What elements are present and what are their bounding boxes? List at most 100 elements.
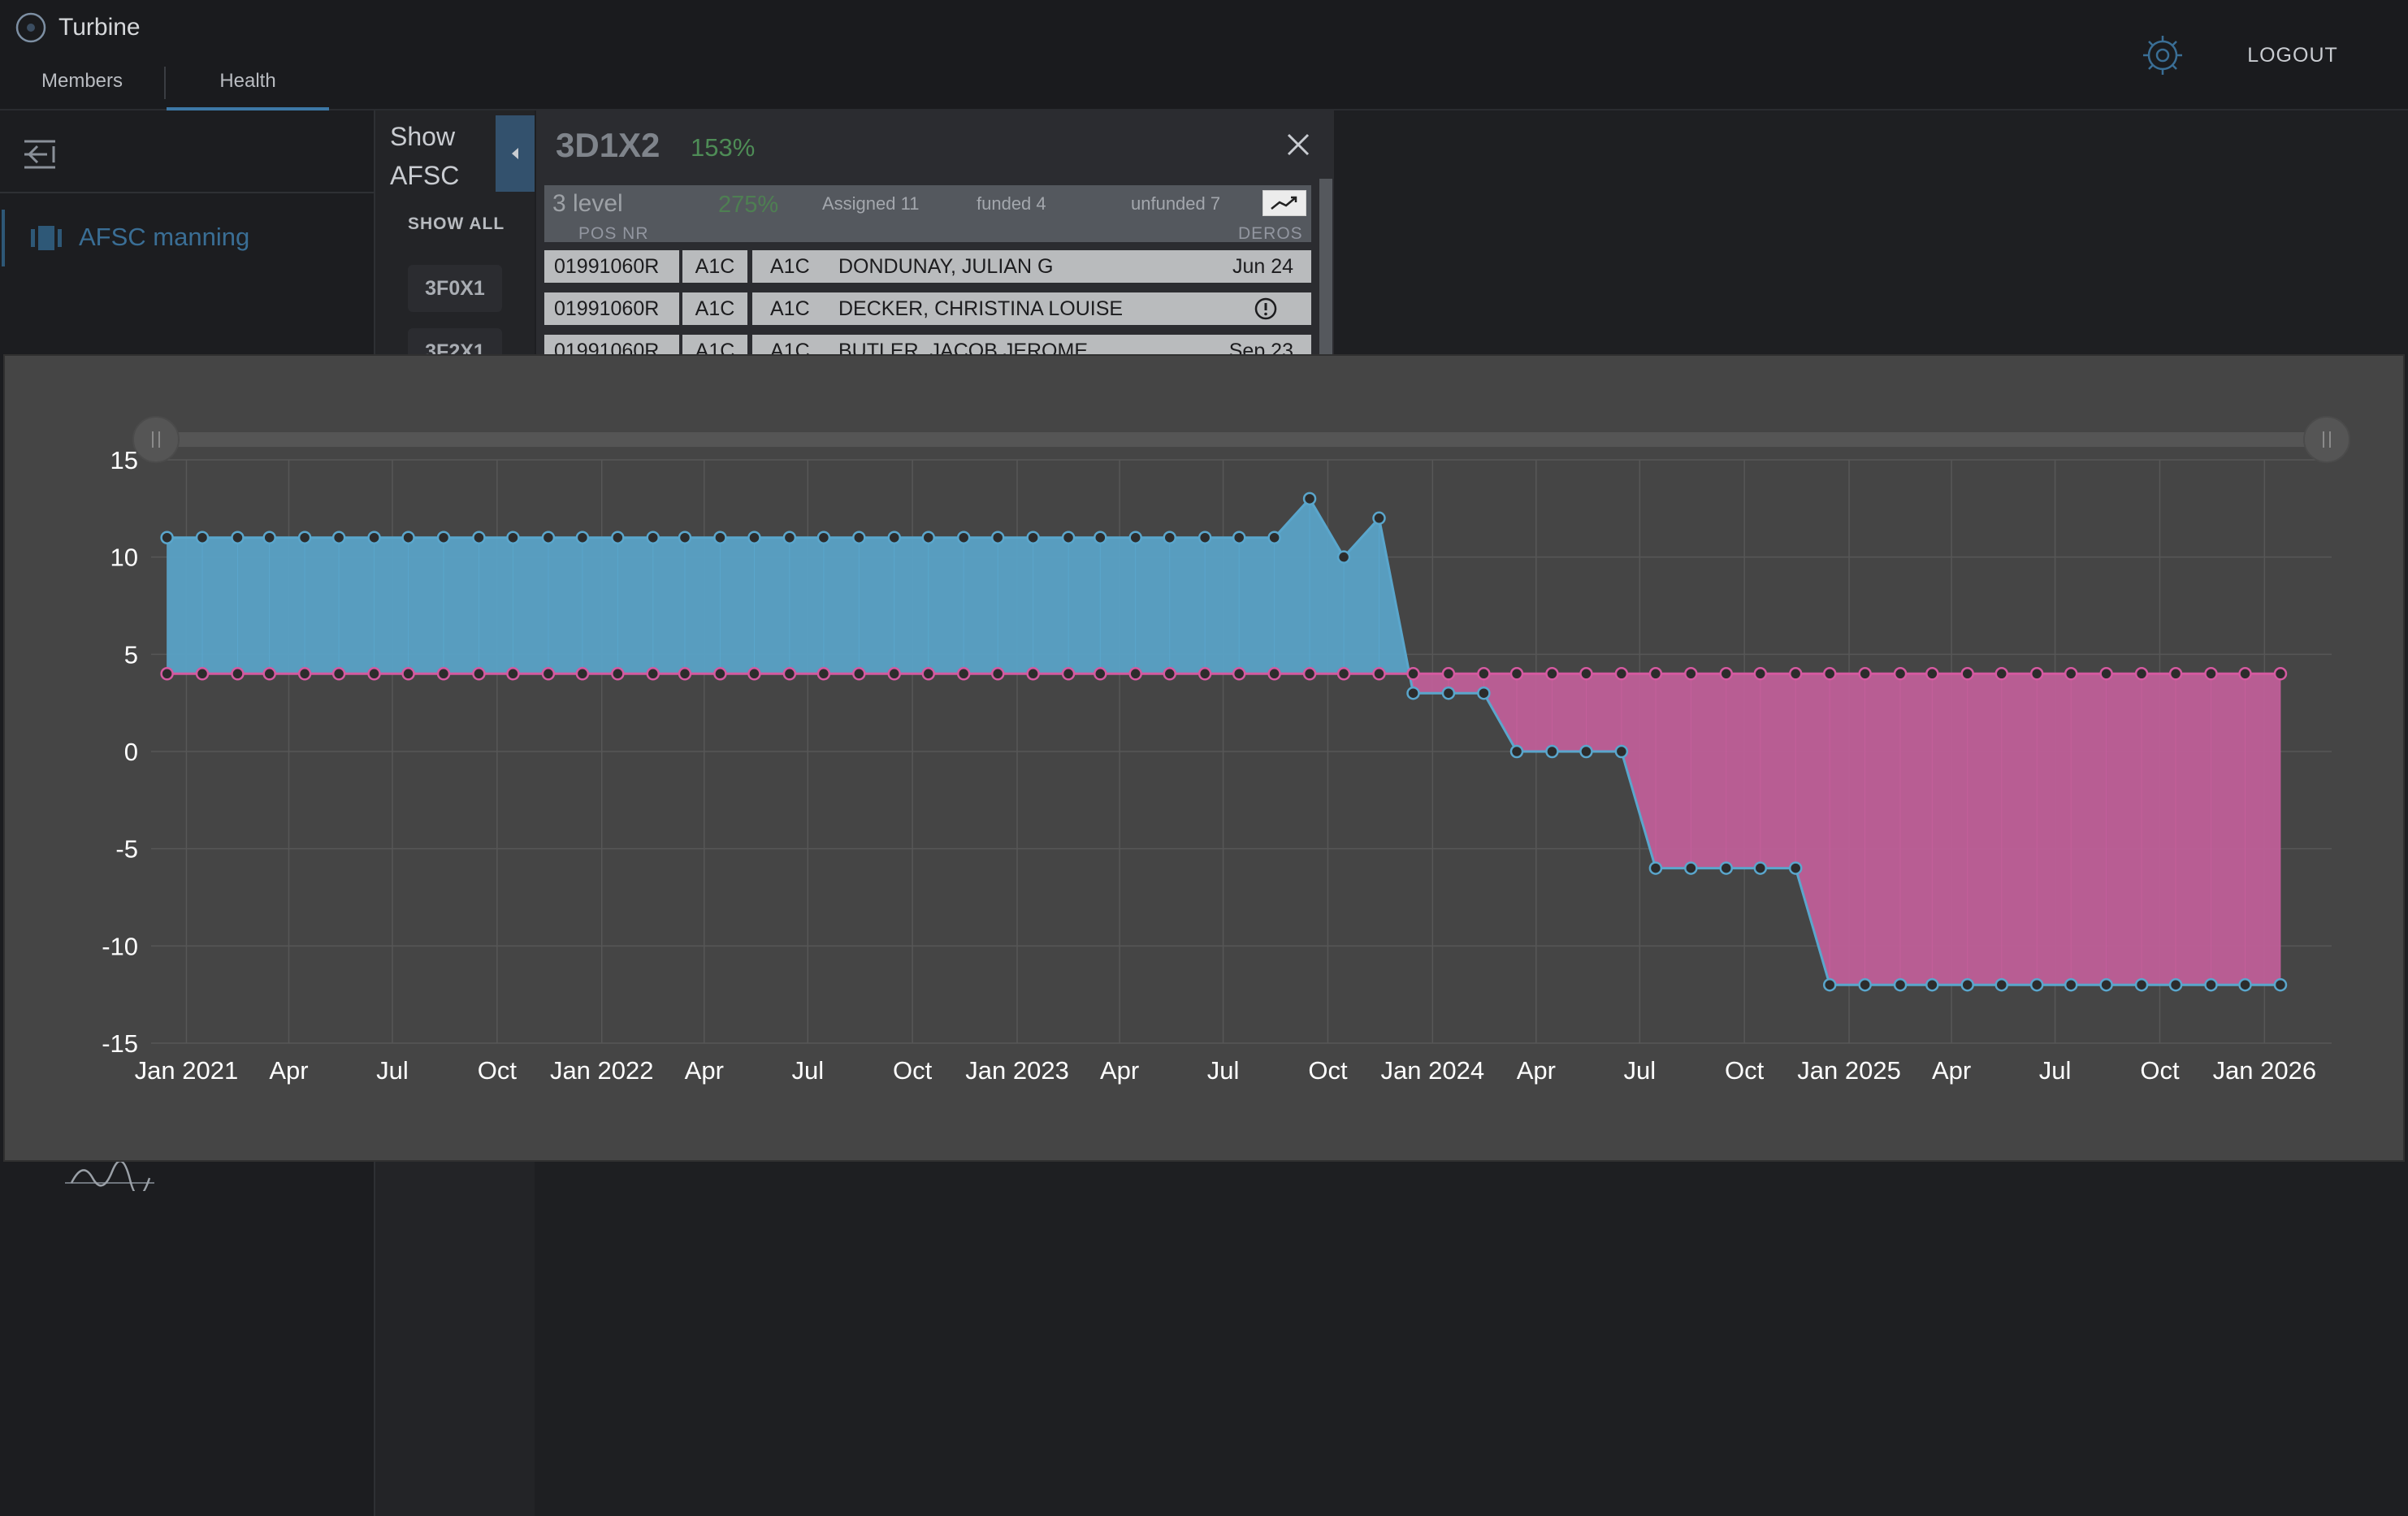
funded-data-point — [541, 667, 556, 681]
app-title: Turbine — [58, 14, 141, 41]
x-tick-label: Jul — [791, 1056, 824, 1085]
member-row[interactable]: 01991060R A1C A1C DONDUNAY, JULIAN G Jun… — [544, 250, 1311, 283]
settings-gear-icon[interactable] — [2140, 32, 2185, 78]
x-tick-label: Oct — [893, 1056, 933, 1085]
pos-nr-cell: 01991060R — [544, 335, 679, 354]
assigned-data-point — [646, 531, 660, 544]
surplus-area — [1309, 497, 1345, 674]
trend-chart-icon[interactable] — [65, 1159, 154, 1191]
assigned-data-point — [297, 531, 312, 544]
funded-data-point — [1858, 667, 1872, 681]
y-axis-ticks: 15 10 5 0 -5 -10 -15 — [102, 446, 138, 1058]
range-handle-right[interactable] — [2303, 416, 2350, 463]
assigned-data-point — [231, 531, 245, 544]
show-all-button[interactable]: SHOW ALL — [408, 214, 505, 234]
member-row[interactable]: 01991060R A1C A1C DECKER, CHRISTINA LOUI… — [544, 292, 1311, 325]
detail-scrollbar[interactable] — [1319, 179, 1332, 354]
deficit-area — [1655, 673, 1691, 868]
afsc-manning-percent: 153% — [691, 133, 756, 162]
sidebar-divider — [0, 192, 374, 193]
deficit-area — [1795, 673, 1830, 985]
member-row[interactable]: 01991060R A1C A1C BUTLER, JACOB JEROME S… — [544, 335, 1311, 354]
x-tick-label: Jul — [376, 1056, 409, 1085]
deficit-area — [2211, 673, 2246, 985]
surplus-area — [789, 537, 825, 674]
funded-data-point — [1406, 667, 1420, 681]
assigned-data-point — [2238, 977, 2252, 992]
afsc-title: 3D1X2 — [556, 126, 660, 164]
funded-data-point — [747, 667, 761, 681]
close-icon[interactable] — [1282, 128, 1314, 161]
funded-data-point — [472, 667, 486, 681]
surplus-area — [997, 537, 1034, 674]
afsc-panel-toggle-button[interactable] — [496, 115, 535, 192]
funded-data-point — [1545, 667, 1559, 681]
afsc-chip[interactable]: 3F0X1 — [408, 265, 502, 312]
surplus-area — [894, 537, 929, 674]
funded-data-point — [1336, 667, 1351, 681]
assigned-data-point — [2168, 977, 2183, 992]
warning-icon[interactable] — [1254, 297, 1277, 320]
funded-data-point — [231, 667, 245, 681]
funded-data-point — [1719, 667, 1734, 681]
funded-data-point — [297, 667, 312, 681]
range-slider-track[interactable] — [156, 432, 2335, 447]
trend-chart-button[interactable] — [1262, 190, 1306, 216]
range-slider[interactable] — [132, 416, 2350, 463]
assigned-data-point — [782, 531, 797, 544]
assigned-data-point — [1198, 531, 1212, 544]
logout-button[interactable]: LOGOUT — [2236, 36, 2350, 75]
funded-data-point — [2099, 667, 2113, 681]
assigned-data-point — [1477, 686, 1491, 700]
assigned-data-point — [2099, 977, 2113, 992]
assigned-data-point — [2134, 977, 2149, 992]
funded-data-point — [2029, 667, 2044, 681]
x-tick-label: Jul — [1207, 1056, 1240, 1085]
assigned-data-point — [2273, 977, 2288, 992]
grade-cell: A1C — [682, 250, 747, 283]
assigned-data-point — [1579, 744, 1593, 759]
x-tick-label: Jul — [1623, 1056, 1656, 1085]
level-percent: 275% — [718, 192, 779, 218]
assigned-data-point — [1960, 977, 1974, 992]
deficit-area — [1864, 673, 1901, 985]
assigned-data-point — [2204, 977, 2218, 992]
surplus-area — [617, 537, 654, 674]
level-funded-count: funded 4 — [977, 193, 1046, 214]
deficit-area — [1931, 673, 1968, 985]
funded-data-point — [1579, 667, 1593, 681]
funded-data-point — [1822, 667, 1837, 681]
surplus-area — [1238, 537, 1275, 674]
funded-data-point — [921, 667, 936, 681]
funded-data-point — [575, 667, 590, 681]
deficit-area — [1829, 673, 1866, 985]
surplus-area — [1343, 517, 1379, 674]
funded-data-point — [2238, 667, 2252, 681]
funded-data-point — [1925, 667, 1939, 681]
level-summary-row: 3 level 275% Assigned 11 funded 4 unfund… — [544, 185, 1311, 243]
funded-data-point — [1267, 667, 1281, 681]
surplus-area — [1099, 537, 1137, 674]
funded-data-point — [887, 667, 901, 681]
deficit-area — [1516, 673, 1553, 752]
assigned-data-point — [1267, 531, 1281, 544]
tab-health[interactable]: Health — [167, 62, 329, 110]
assigned-data-point — [195, 531, 210, 544]
deficit-area — [2036, 673, 2072, 985]
sidebar-item-afsc-manning[interactable]: AFSC manning — [0, 210, 374, 266]
funded-data-point — [262, 667, 276, 681]
tab-members[interactable]: Members — [16, 62, 148, 107]
assigned-data-point — [472, 531, 486, 544]
surplus-area — [1274, 497, 1310, 674]
range-handle-left[interactable] — [132, 416, 180, 463]
deficit-area — [1690, 673, 1727, 868]
funded-data-point — [1684, 667, 1698, 681]
assigned-data-point — [506, 531, 520, 544]
assigned-data-point — [367, 531, 381, 544]
funded-data-point — [1026, 667, 1040, 681]
collapse-sidebar-icon[interactable] — [23, 138, 58, 171]
member-cell: A1C DECKER, CHRISTINA LOUISE — [752, 292, 1311, 325]
assigned-data-point — [816, 531, 831, 544]
assigned-data-point — [956, 531, 971, 544]
deficit-area — [1586, 673, 1622, 752]
